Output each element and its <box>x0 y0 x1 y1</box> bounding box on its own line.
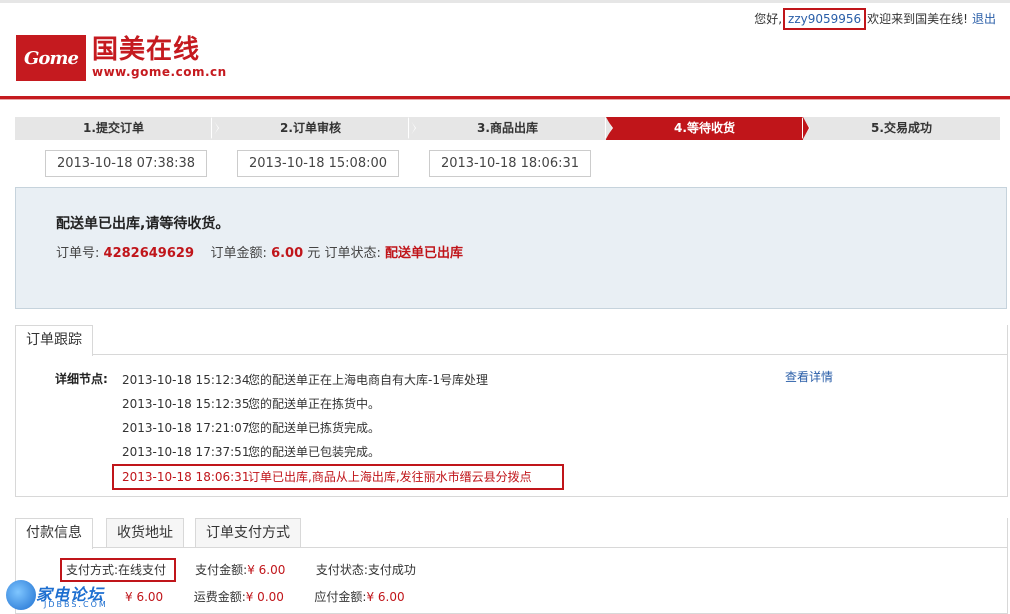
view-details-link[interactable]: 查看详情 <box>785 368 833 385</box>
amount-unit: 元 <box>307 246 321 261</box>
order-progress: 1.提交订单 2.订单审核 3.商品出库 4.等待收货 5.交易成功 <box>15 117 1000 140</box>
tab-order-tracking[interactable]: 订单跟踪 <box>15 325 93 356</box>
tracking-event: 2013-10-18 15:12:34您的配送单正在上海电商自有大库-1号库处理 <box>122 373 488 387</box>
logo-url: www.gome.com.cn <box>92 65 227 79</box>
tracking-event: 2013-10-18 17:21:07您的配送单已拣货完成。 <box>122 421 381 435</box>
status-message: 配送单已出库,请等待收货。 <box>56 216 230 232</box>
logo-text: 国美在线 www.gome.com.cn <box>92 36 227 80</box>
state-label: 订单状态: <box>324 246 381 261</box>
step-time-outbound: 2013-10-18 18:06:31 <box>429 150 591 177</box>
amount-label: 订单金额: <box>210 246 267 261</box>
paid-amount: ¥ 6.00 <box>247 563 286 577</box>
forum-watermark: 家电论坛 JDBBS.COM <box>0 578 130 614</box>
step-time-submit: 2013-10-18 07:38:38 <box>45 150 207 177</box>
due-label: 应付金额: <box>314 590 367 604</box>
payment-row-2: ¥ 6.00 运费金额:¥ 0.00 应付金额:¥ 6.00 <box>125 588 405 605</box>
pay-state-label: 支付状态: <box>315 563 368 577</box>
watermark-sub: JDBBS.COM <box>44 600 108 609</box>
step-times: 2013-10-18 07:38:38 2013-10-18 15:08:00 … <box>45 150 591 177</box>
pay-state: 支付成功 <box>367 563 416 577</box>
tracking-event: 2013-10-18 17:37:51您的配送单已包装完成。 <box>122 445 381 459</box>
top-border <box>0 0 1010 3</box>
header-divider-shadow <box>0 99 1010 100</box>
goods-amount: ¥ 6.00 <box>125 590 164 604</box>
gome-logo[interactable]: Gome 国美在线 www.gome.com.cn <box>16 35 227 81</box>
tab-payment-info[interactable]: 付款信息 <box>15 518 93 549</box>
payment-tabbar: 付款信息 收货地址 订单支付方式 <box>15 518 1008 549</box>
step-submit: 1.提交订单 <box>15 117 219 140</box>
tab-payment-method[interactable]: 订单支付方式 <box>195 518 301 548</box>
step-time-review: 2013-10-18 15:08:00 <box>237 150 399 177</box>
logout-link[interactable]: 退出 <box>972 12 996 26</box>
shipping-amount: ¥ 0.00 <box>245 590 284 604</box>
paid-label: 支付金额: <box>195 563 248 577</box>
watermark-logo-icon <box>6 580 36 610</box>
order-no-label: 订单号: <box>56 246 100 261</box>
detail-node-label: 详细节点: <box>55 372 108 386</box>
order-status-panel: 配送单已出库,请等待收货。 订单号: 4282649629 订单金额: 6.00… <box>15 187 1007 309</box>
order-no: 4282649629 <box>103 246 194 261</box>
step-awaiting-receipt: 4.等待收货 <box>606 117 810 140</box>
tracking-tabbar: 订单跟踪 <box>15 325 1008 356</box>
shipping-label: 运费金额: <box>193 590 246 604</box>
order-summary: 订单号: 4282649629 订单金额: 6.00 元 订单状态: 配送单已出… <box>56 242 463 261</box>
tracking-list: 2013-10-18 15:12:34您的配送单正在上海电商自有大库-1号库处理… <box>112 368 564 490</box>
due-amount: ¥ 6.00 <box>366 590 405 604</box>
order-amount: 6.00 <box>271 246 304 261</box>
tracking-event-latest: 2013-10-18 18:06:31订单已出库,商品从上海出库,发往丽水市缙云… <box>112 464 564 490</box>
step-complete: 5.交易成功 <box>803 117 1000 140</box>
logo-badge: Gome <box>16 35 86 81</box>
greeting-bar: 您好, zzy9059956 欢迎来到国美在线! 退出 <box>754 8 996 30</box>
payment-row-1: 支付方式:在线支付 支付金额:¥ 6.00 支付状态:支付成功 <box>60 558 416 582</box>
greeting-suffix: 欢迎来到国美在线! <box>867 12 968 26</box>
username-link[interactable]: zzy9059956 <box>783 8 867 30</box>
order-state: 配送单已出库 <box>384 246 463 261</box>
greeting-prefix: 您好, <box>754 12 783 26</box>
step-review: 2.订单审核 <box>212 117 416 140</box>
tracking-event: 2013-10-18 15:12:35您的配送单正在拣货中。 <box>122 397 381 411</box>
step-outbound: 3.商品出库 <box>409 117 613 140</box>
logo-cn: 国美在线 <box>92 35 201 65</box>
tab-shipping-address[interactable]: 收货地址 <box>106 518 184 548</box>
